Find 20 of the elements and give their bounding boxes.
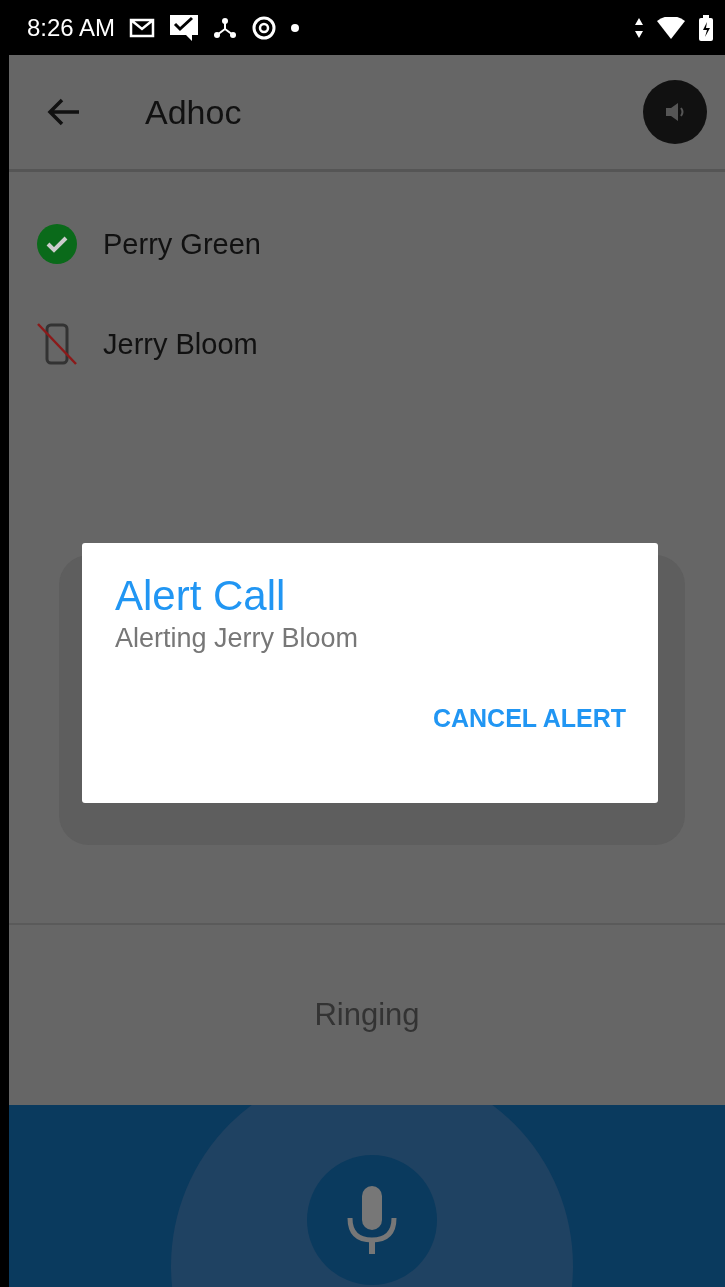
- network-icon: [213, 16, 238, 39]
- speaker-icon: [664, 101, 686, 123]
- back-arrow-icon[interactable]: [47, 98, 81, 126]
- battery-icon: [699, 14, 713, 41]
- status-time: 8:26 AM: [27, 13, 116, 42]
- dialog-title: Alert Call: [115, 571, 287, 621]
- app-bar-title: Adhoc: [145, 92, 242, 132]
- phone-crossed-icon: [37, 323, 77, 365]
- dialog-message: Alerting Jerry Bloom: [115, 623, 360, 655]
- participant-name: Jerry Bloom: [103, 327, 258, 361]
- wifi-icon: [657, 16, 685, 39]
- participant-name: Perry Green: [103, 227, 261, 261]
- dot-icon: [291, 23, 300, 32]
- microphone-icon: [346, 1186, 398, 1254]
- message-check-icon: [169, 13, 200, 42]
- check-circle-icon: [37, 224, 77, 264]
- cancel-alert-button[interactable]: CANCEL ALERT: [432, 700, 626, 738]
- circle-icon: [251, 14, 278, 41]
- data-arrows-icon: [635, 17, 643, 38]
- mail-icon: [129, 17, 156, 38]
